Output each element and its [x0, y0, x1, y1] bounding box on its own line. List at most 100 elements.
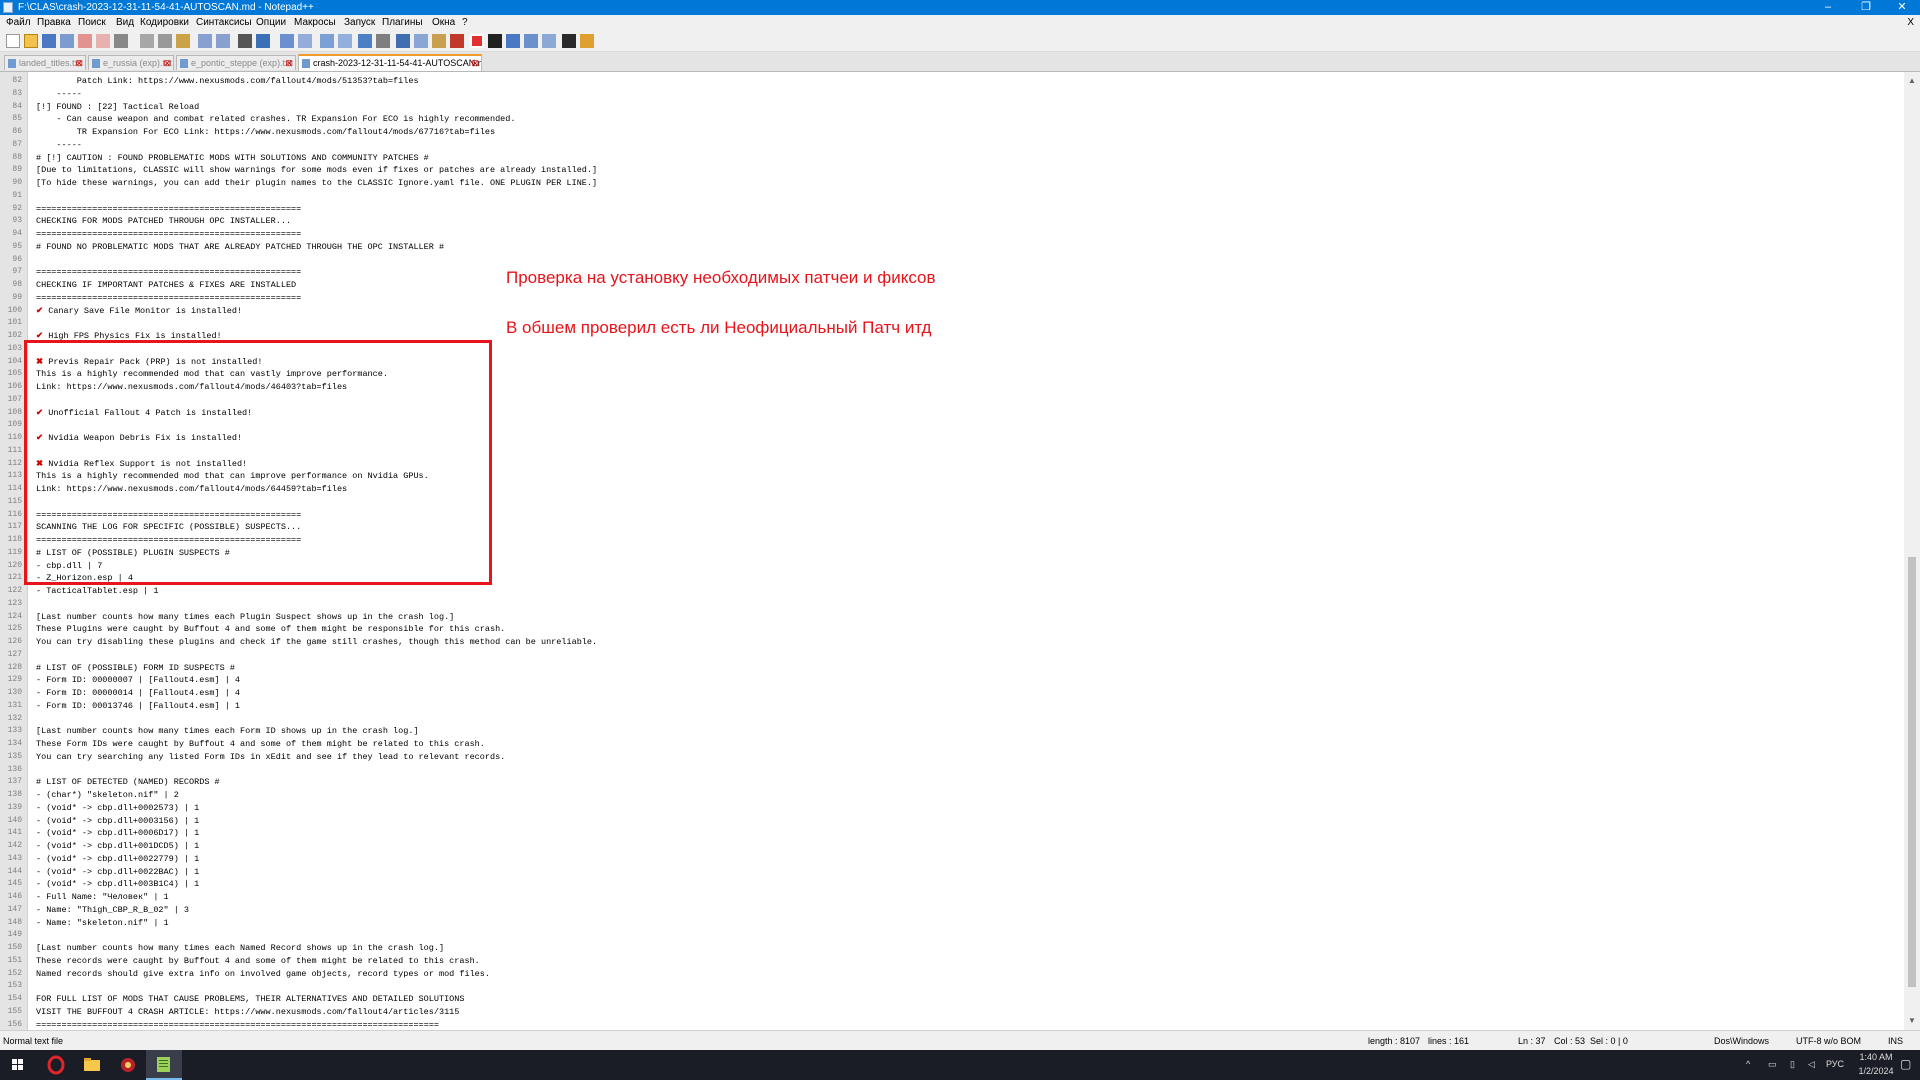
indent-guide-icon[interactable]	[396, 34, 410, 48]
close-document-button[interactable]: X	[1907, 15, 1914, 31]
line-text: - (void* -> cbp.dll+0022779) | 1	[36, 853, 200, 864]
opera-browser-icon[interactable]	[38, 1050, 74, 1080]
line-text: - Form ID: 00013746 | [Fallout4.esm] | 1	[36, 700, 241, 711]
scroll-up-icon[interactable]: ▲	[1907, 76, 1917, 86]
stop-macro-icon[interactable]	[488, 34, 502, 48]
code-line: 156 =====================================…	[0, 1019, 1880, 1031]
zoom-in-icon[interactable]	[280, 34, 294, 48]
code-line: 138 - (char*) "skeleton.nif" | 2	[0, 789, 1880, 802]
menu-plugins[interactable]: Плагины	[380, 15, 425, 31]
code-line: 132	[0, 713, 1880, 726]
network-icon[interactable]: ▭	[1768, 1059, 1777, 1070]
scroll-down-icon[interactable]: ▼	[1907, 1016, 1917, 1026]
notifications-icon[interactable]: ▢	[1900, 1057, 1911, 1071]
clock-date[interactable]: 1/2/2024	[1856, 1066, 1896, 1076]
line-number: 84	[12, 101, 22, 111]
file-explorer-icon[interactable]	[74, 1050, 110, 1080]
menu-file[interactable]: Файл	[4, 15, 33, 31]
code-line: 141 - (void* -> cbp.dll+0006D17) | 1	[0, 827, 1880, 840]
line-number: 106	[7, 382, 22, 391]
line-text: VISIT THE BUFFOUT 4 CRASH ARTICLE: https…	[36, 1006, 460, 1017]
code-line: 97 ======================================…	[0, 266, 1880, 279]
show-all-chars-icon[interactable]	[376, 34, 390, 48]
close-file-icon[interactable]	[78, 34, 92, 48]
battery-icon[interactable]: ▯	[1790, 1059, 1795, 1070]
folder-as-workspace-icon[interactable]	[450, 34, 464, 48]
game-launcher-icon[interactable]	[110, 1050, 146, 1080]
redo-icon[interactable]	[216, 34, 230, 48]
undo-icon[interactable]	[198, 34, 212, 48]
tab-bar: landed_titles.txt ⊠ e_russia (exp).txt ⊠…	[0, 52, 1920, 72]
paste-icon[interactable]	[176, 34, 190, 48]
minimize-button[interactable]: –	[1810, 0, 1846, 15]
find-icon[interactable]	[238, 34, 252, 48]
menu-window[interactable]: Окна	[430, 15, 457, 31]
clock-time[interactable]: 1:40 AM	[1856, 1052, 1896, 1062]
save-icon[interactable]	[42, 34, 56, 48]
line-number: 120	[7, 560, 22, 570]
save-macro-icon[interactable]	[542, 34, 556, 48]
code-line: 122 - TacticalTablet.esp | 1	[0, 585, 1880, 598]
sync-vertical-icon[interactable]	[320, 34, 334, 48]
function-list-icon[interactable]	[432, 34, 446, 48]
line-number: 88	[12, 152, 22, 162]
line-number: 116	[7, 509, 22, 519]
menu-encoding[interactable]: Кодировки	[138, 15, 191, 31]
tab-close-icon[interactable]: ⊠	[285, 56, 293, 70]
tab-e-russia[interactable]: e_russia (exp).txt ⊠	[88, 55, 174, 70]
document-map-icon[interactable]	[414, 34, 428, 48]
line-number: 137	[7, 777, 22, 787]
close-all-icon[interactable]	[96, 34, 110, 48]
menu-search[interactable]: Поиск	[76, 15, 108, 31]
start-windows-icon[interactable]	[0, 1050, 36, 1080]
menu-macro[interactable]: Макросы	[292, 15, 338, 31]
zoom-out-icon[interactable]	[298, 34, 312, 48]
copy-icon[interactable]	[158, 34, 172, 48]
status-bar: Normal text file length : 8107 lines : 1…	[0, 1030, 1920, 1051]
tab-close-icon[interactable]: ⊠	[471, 56, 479, 71]
notepad-plus-plus-taskbar-icon[interactable]	[146, 1050, 182, 1080]
language-indicator[interactable]: РУС	[1826, 1059, 1844, 1069]
menu-language[interactable]: Синтаксисы	[194, 15, 254, 31]
spell-check-icon[interactable]	[562, 34, 576, 48]
line-number: 105	[7, 369, 22, 379]
code-line: 144 - (void* -> cbp.dll+0022BAC) | 1	[0, 866, 1880, 879]
menu-help[interactable]: ?	[460, 15, 470, 31]
replace-icon[interactable]	[256, 34, 270, 48]
menu-view[interactable]: Вид	[114, 15, 136, 31]
new-file-icon[interactable]	[6, 34, 20, 48]
volume-icon[interactable]: ◁	[1808, 1059, 1815, 1070]
tab-crash-autoscan[interactable]: crash-2023-12-31-11-54-41-AUTOSCAN.md ⊠	[298, 54, 482, 71]
vertical-scrollbar[interactable]: ▲ ▼	[1904, 72, 1920, 1030]
editor[interactable]: 82 Patch Link: https://www.nexusmods.com…	[0, 72, 1904, 1030]
tab-close-icon[interactable]: ⊠	[163, 56, 171, 70]
plugin-icon[interactable]	[580, 34, 594, 48]
record-macro-icon[interactable]	[470, 34, 484, 48]
sync-horizontal-icon[interactable]	[338, 34, 352, 48]
line-text: - (void* -> cbp.dll+0022BAC) | 1	[36, 866, 200, 877]
line-text: These records were caught by Buffout 4 a…	[36, 955, 480, 966]
open-file-icon[interactable]	[24, 34, 38, 48]
code-line: 149	[0, 929, 1880, 942]
menu-run[interactable]: Запуск	[342, 15, 377, 31]
word-wrap-icon[interactable]	[358, 34, 372, 48]
tab-close-icon[interactable]: ⊠	[75, 56, 83, 70]
line-number: 124	[7, 611, 22, 621]
cut-icon[interactable]	[140, 34, 154, 48]
tab-e-pontic-steppe[interactable]: e_pontic_steppe (exp).txt ⊠	[176, 55, 296, 70]
play-macro-icon[interactable]	[506, 34, 520, 48]
menu-settings[interactable]: Опции	[254, 15, 288, 31]
menu-edit[interactable]: Правка	[35, 15, 73, 31]
line-number: 145	[7, 879, 22, 889]
run-macro-multiple-icon[interactable]	[524, 34, 538, 48]
tab-landed-titles[interactable]: landed_titles.txt ⊠	[4, 55, 86, 70]
scroll-thumb[interactable]	[1908, 557, 1916, 987]
print-icon[interactable]	[114, 34, 128, 48]
line-number: 156	[7, 1019, 22, 1029]
line-number: 146	[7, 892, 22, 901]
save-all-icon[interactable]	[60, 34, 74, 48]
maximize-button[interactable]: ❐	[1848, 0, 1884, 15]
line-number: 147	[7, 904, 22, 914]
show-hidden-icons-icon[interactable]: ^	[1746, 1059, 1750, 1069]
close-button[interactable]: ✕	[1884, 0, 1920, 15]
